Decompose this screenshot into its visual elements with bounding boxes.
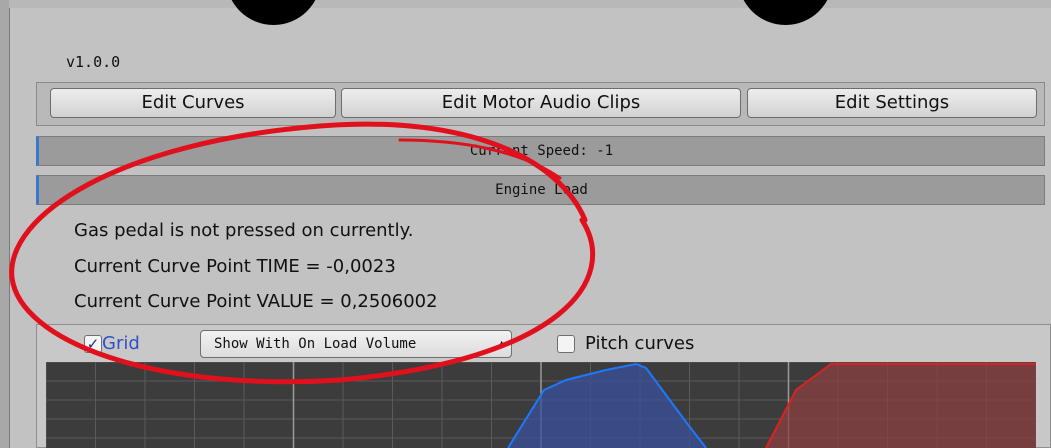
show-mode-value: Show With On Load Volume [214, 336, 417, 352]
pitch-curves-checkbox[interactable] [557, 335, 575, 353]
editor-tabs: Edit Curves Edit Motor Audio Clips Edit … [36, 82, 1045, 126]
engine-load-bar: Engine Load [36, 175, 1045, 205]
up-down-arrow-icon: ▲ [498, 337, 505, 350]
current-speed-bar: Current Speed: -1 [36, 136, 1045, 166]
window-frame-left [0, 0, 10, 448]
curve-graph[interactable] [46, 362, 1036, 448]
gas-pedal-status: Gas pedal is not pressed on currently. [74, 220, 414, 241]
edit-curves-button[interactable]: Edit Curves [50, 88, 336, 118]
left-knob-graphic [226, 0, 321, 25]
window-frame-top [9, 0, 1051, 8]
audio-editor-inspector: v1.0.0 Edit Curves Edit Motor Audio Clip… [0, 0, 1051, 448]
version-label: v1.0.0 [66, 53, 121, 71]
curve-point-value: Current Curve Point VALUE = 0,2506002 [74, 291, 438, 312]
checkmark-icon: ✓ [86, 335, 100, 353]
edit-settings-button[interactable]: Edit Settings [747, 88, 1037, 118]
edit-motor-audio-clips-button[interactable]: Edit Motor Audio Clips [341, 88, 741, 118]
pitch-curves-label[interactable]: Pitch curves [585, 333, 694, 354]
grid-checkbox[interactable]: ✓ [84, 335, 102, 353]
show-mode-dropdown[interactable]: Show With On Load Volume ▲ [200, 330, 512, 358]
curve-point-time: Current Curve Point TIME = -0,0023 [74, 256, 396, 277]
grid-label[interactable]: Grid [102, 333, 140, 354]
right-knob-graphic [738, 0, 833, 25]
